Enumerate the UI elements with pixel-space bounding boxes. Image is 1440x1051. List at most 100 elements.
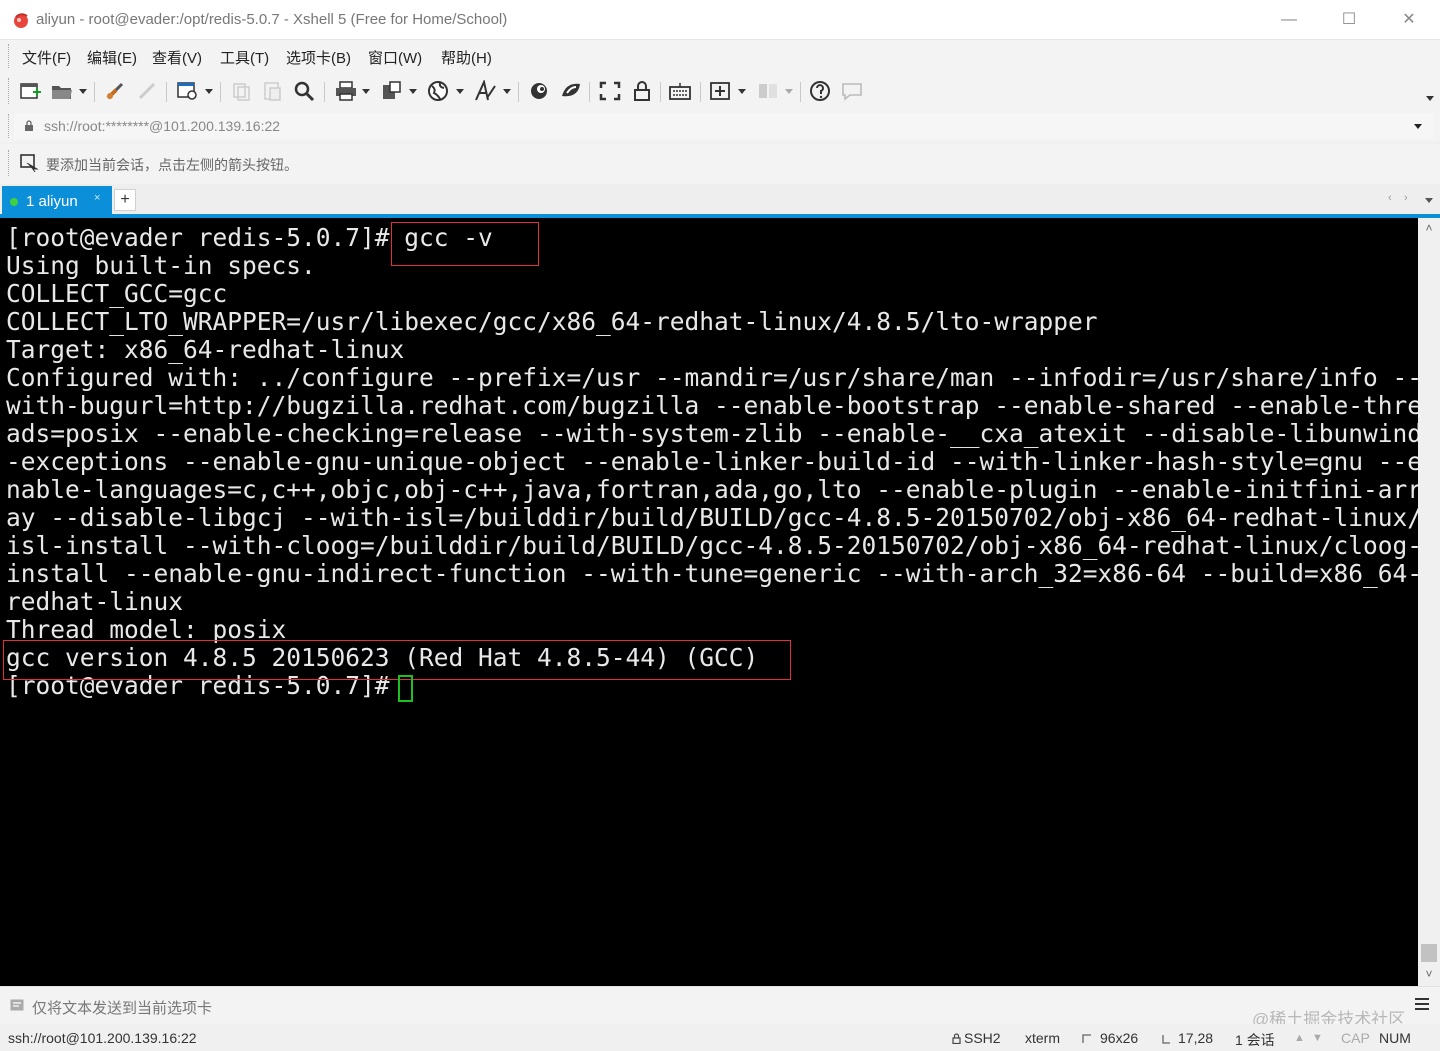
- tab-bar: 1 aliyun × + ‹ ›: [0, 184, 1440, 218]
- toolbar-separator: [518, 82, 519, 102]
- keyboard-icon[interactable]: [668, 80, 692, 102]
- tab-next-icon[interactable]: ›: [1404, 192, 1408, 204]
- command-highlight-box: [391, 222, 539, 266]
- tunnel-icon[interactable]: [559, 80, 583, 102]
- compose-hint: 仅将文本发送到当前选项卡: [32, 1000, 213, 1017]
- status-bar: ssh://root@101.200.139.16:22 SSH2 xterm …: [0, 1024, 1440, 1051]
- compose-bar: 仅将文本发送到当前选项卡 @稀土掘金技术社区: [0, 986, 1440, 1029]
- window-title: aliyun - root@evader:/opt/redis-5.0.7 - …: [36, 11, 508, 28]
- globe-icon[interactable]: [426, 80, 450, 102]
- toolbar-separator: [220, 82, 221, 102]
- scroll-up-icon[interactable]: ˄: [1423, 222, 1435, 234]
- terminal-line: nable-languages=c,c++,objc,obj-c++,java,…: [6, 475, 1418, 504]
- terminal-line: install --enable-gnu-indirect-function -…: [6, 559, 1418, 588]
- status-connection: ssh://root@101.200.139.16:22: [8, 1030, 197, 1046]
- tab-aliyun[interactable]: 1 aliyun ×: [2, 186, 112, 214]
- font-icon[interactable]: [473, 80, 497, 102]
- open-dropdown-caret[interactable]: [79, 89, 87, 94]
- print-dropdown-caret[interactable]: [362, 89, 370, 94]
- menu-view[interactable]: 查看(V): [152, 47, 202, 68]
- paste-icon[interactable]: [261, 80, 285, 102]
- globe-dropdown-caret[interactable]: [456, 89, 464, 94]
- menu-file[interactable]: 文件(F): [22, 47, 71, 68]
- arrow-down-icon: ▼: [1312, 1032, 1323, 1044]
- toolbar-separator: [166, 82, 167, 102]
- position-icon: [1162, 1035, 1170, 1044]
- menu-tabs[interactable]: 选项卡(B): [286, 47, 351, 68]
- status-size: 96x26: [1100, 1030, 1139, 1046]
- terminal-output[interactable]: [root@evader redis-5.0.7]# gcc -v Using …: [0, 218, 1418, 986]
- secure-lock-icon: [952, 1033, 961, 1044]
- tab-list-caret[interactable]: [1425, 198, 1433, 203]
- menu-help[interactable]: 帮助(H): [441, 47, 492, 68]
- terminal-scrollbar[interactable]: ˄ ˅: [1418, 218, 1440, 986]
- status-sessions: 1 会话: [1235, 1032, 1275, 1048]
- open-folder-icon[interactable]: [50, 80, 74, 102]
- menu-edit[interactable]: 编辑(E): [87, 47, 137, 68]
- disconnect-icon[interactable]: [136, 80, 160, 102]
- add-session-arrow-icon[interactable]: [20, 154, 40, 172]
- minimize-button[interactable]: —: [1266, 6, 1312, 34]
- version-highlight-box: [3, 640, 791, 680]
- address-input[interactable]: ssh://root:********@101.200.139.16:22: [14, 113, 1434, 139]
- arrow-up-icon: ▲: [1294, 1032, 1305, 1044]
- address-value: ssh://root:********@101.200.139.16:22: [44, 118, 281, 134]
- menu-window[interactable]: 窗口(W): [368, 47, 422, 68]
- layout-dropdown-caret[interactable]: [785, 89, 793, 94]
- copy-icon[interactable]: [230, 80, 254, 102]
- toolbar: [0, 72, 1440, 110]
- toolbar-separator: [589, 82, 590, 102]
- print-icon[interactable]: [334, 80, 358, 102]
- toolbar-separator: [700, 82, 701, 102]
- transfer-icon[interactable]: [380, 80, 404, 102]
- layout-icon[interactable]: [756, 80, 780, 102]
- properties-dropdown-caret[interactable]: [205, 89, 213, 94]
- toolbar-overflow-caret[interactable]: [1426, 96, 1434, 101]
- terminal-line: COLLECT_GCC=gcc: [6, 279, 228, 308]
- session-bar: 要添加当前会话，点击左侧的箭头按钮。: [0, 144, 1440, 184]
- reconnect-icon[interactable]: [104, 80, 128, 102]
- help-icon[interactable]: [808, 80, 832, 102]
- tab-label[interactable]: 1 aliyun: [26, 193, 78, 210]
- address-dropdown-caret[interactable]: [1414, 124, 1422, 129]
- terminal-cursor: [398, 675, 413, 702]
- terminal-line: Target: x86_64-redhat-linux: [6, 335, 405, 364]
- toolbar-grip: [8, 78, 10, 104]
- transfer-dropdown-caret[interactable]: [409, 89, 417, 94]
- terminal-line: ads=posix --enable-checking=release --wi…: [6, 419, 1418, 448]
- address-bar: ssh://root:********@101.200.139.16:22: [0, 110, 1440, 142]
- compose-icon[interactable]: [10, 999, 24, 1011]
- terminal-line: ay --disable-libgcj --with-isl=/builddir…: [6, 503, 1418, 532]
- session-grip: [8, 150, 10, 176]
- properties-icon[interactable]: [176, 80, 200, 102]
- scroll-thumb[interactable]: [1421, 944, 1437, 962]
- xftp-icon[interactable]: [527, 80, 551, 102]
- add-icon[interactable]: [709, 80, 733, 102]
- tab-prev-icon[interactable]: ‹: [1388, 192, 1392, 204]
- add-dropdown-caret[interactable]: [738, 89, 746, 94]
- terminal-line: COLLECT_LTO_WRAPPER=/usr/libexec/gcc/x86…: [6, 307, 1098, 336]
- status-cap: CAP: [1341, 1030, 1370, 1046]
- menu-bar: 文件(F) 编辑(E) 查看(V) 工具(T) 选项卡(B) 窗口(W) 帮助(…: [0, 40, 1440, 72]
- new-session-icon[interactable]: [18, 80, 42, 102]
- close-button[interactable]: ✕: [1386, 6, 1432, 34]
- title-bar: aliyun - root@evader:/opt/redis-5.0.7 - …: [0, 0, 1440, 40]
- status-num: NUM: [1379, 1030, 1411, 1046]
- fullscreen-icon[interactable]: [598, 80, 622, 102]
- menu-grip: [8, 44, 10, 68]
- maximize-button[interactable]: ☐: [1326, 6, 1372, 34]
- find-icon[interactable]: [292, 80, 316, 102]
- toolbar-separator: [660, 82, 661, 102]
- font-dropdown-caret[interactable]: [503, 89, 511, 94]
- terminal-line: Using built-in specs.: [6, 251, 316, 280]
- toolbar-separator: [94, 82, 95, 102]
- add-tab-button[interactable]: +: [114, 189, 136, 211]
- menu-tools[interactable]: 工具(T): [220, 47, 269, 68]
- terminal-line: redhat-linux: [6, 587, 184, 616]
- status-protocol: SSH2: [964, 1030, 1001, 1046]
- chat-icon[interactable]: [840, 80, 864, 102]
- scroll-down-icon[interactable]: ˅: [1423, 968, 1435, 980]
- tab-close-icon[interactable]: ×: [94, 192, 100, 204]
- hamburger-menu-icon[interactable]: [1414, 997, 1430, 1011]
- lock-icon[interactable]: [630, 80, 654, 102]
